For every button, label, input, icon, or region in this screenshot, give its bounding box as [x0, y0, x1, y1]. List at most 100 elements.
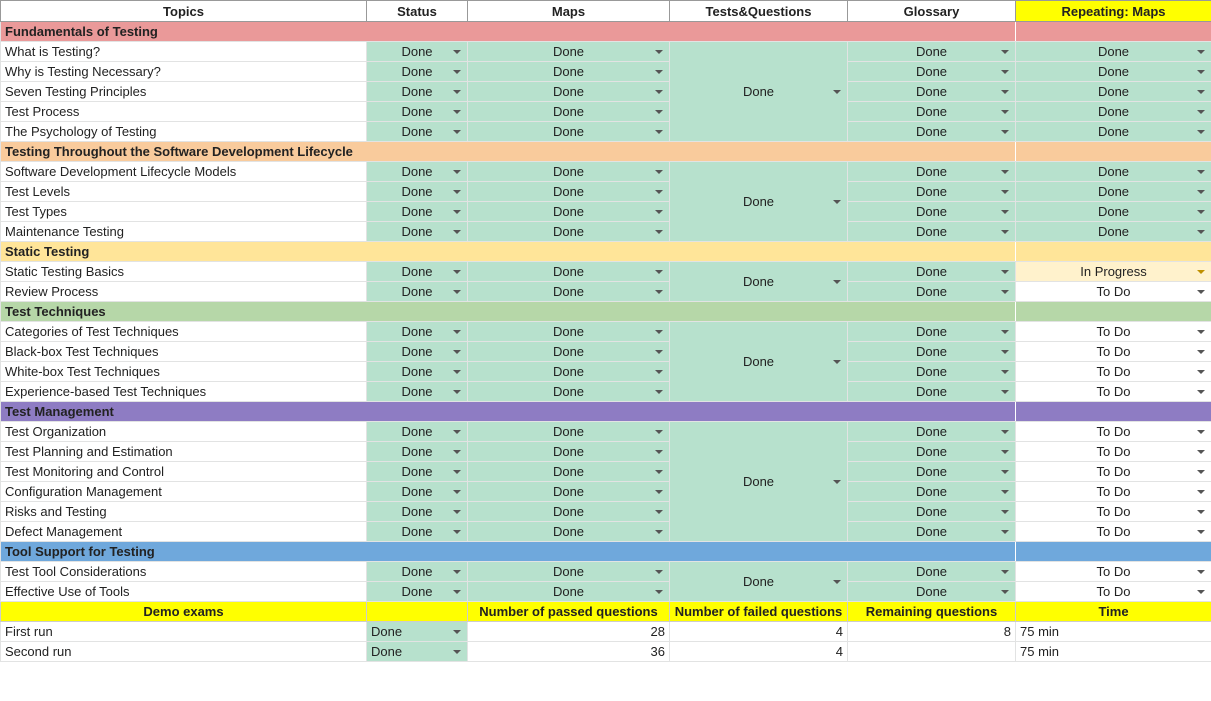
demo-status-dropdown[interactable]: Done: [366, 641, 468, 662]
dropdown-arrow-icon[interactable]: [655, 129, 663, 134]
dropdown-arrow-icon[interactable]: [1001, 209, 1009, 214]
maps-dropdown[interactable]: Done: [467, 561, 670, 582]
maps-dropdown[interactable]: Done: [467, 221, 670, 242]
status-dropdown[interactable]: Done: [366, 441, 468, 462]
topic-cell[interactable]: What is Testing?: [0, 41, 367, 62]
section-repeat-cell[interactable]: [1015, 21, 1211, 42]
glossary-dropdown[interactable]: Done: [847, 581, 1016, 602]
tests-questions-dropdown[interactable]: Done: [669, 261, 848, 302]
dropdown-arrow-icon[interactable]: [1001, 369, 1009, 374]
dropdown-arrow-icon[interactable]: [1001, 129, 1009, 134]
glossary-dropdown[interactable]: Done: [847, 441, 1016, 462]
topic-cell[interactable]: Software Development Lifecycle Models: [0, 161, 367, 182]
topic-cell[interactable]: Categories of Test Techniques: [0, 321, 367, 342]
status-dropdown[interactable]: Done: [366, 321, 468, 342]
repeat-maps-dropdown[interactable]: To Do: [1015, 281, 1211, 302]
dropdown-arrow-icon[interactable]: [1197, 69, 1205, 74]
maps-dropdown[interactable]: Done: [467, 501, 670, 522]
maps-dropdown[interactable]: Done: [467, 421, 670, 442]
failed-questions-header[interactable]: Number of failed questions: [669, 601, 848, 622]
dropdown-arrow-icon[interactable]: [1197, 129, 1205, 134]
dropdown-arrow-icon[interactable]: [655, 469, 663, 474]
dropdown-arrow-icon[interactable]: [1001, 449, 1009, 454]
demo-exams-header[interactable]: Demo exams: [0, 601, 367, 622]
dropdown-arrow-icon[interactable]: [1197, 429, 1205, 434]
dropdown-arrow-icon[interactable]: [655, 189, 663, 194]
repeat-maps-dropdown[interactable]: Done: [1015, 81, 1211, 102]
glossary-dropdown[interactable]: Done: [847, 181, 1016, 202]
dropdown-arrow-icon[interactable]: [453, 649, 461, 654]
dropdown-arrow-icon[interactable]: [1197, 349, 1205, 354]
topic-cell[interactable]: Risks and Testing: [0, 501, 367, 522]
glossary-dropdown[interactable]: Done: [847, 161, 1016, 182]
glossary-dropdown[interactable]: Done: [847, 521, 1016, 542]
dropdown-arrow-icon[interactable]: [453, 229, 461, 234]
section-title[interactable]: Fundamentals of Testing: [0, 21, 1016, 42]
dropdown-arrow-icon[interactable]: [655, 489, 663, 494]
repeat-maps-dropdown[interactable]: Done: [1015, 121, 1211, 142]
topic-cell[interactable]: Configuration Management: [0, 481, 367, 502]
glossary-dropdown[interactable]: Done: [847, 381, 1016, 402]
status-dropdown[interactable]: Done: [366, 41, 468, 62]
passed-count[interactable]: 36: [467, 641, 670, 662]
dropdown-arrow-icon[interactable]: [655, 69, 663, 74]
dropdown-arrow-icon[interactable]: [453, 49, 461, 54]
dropdown-arrow-icon[interactable]: [1001, 429, 1009, 434]
dropdown-arrow-icon[interactable]: [655, 349, 663, 354]
status-dropdown[interactable]: Done: [366, 581, 468, 602]
topic-cell[interactable]: Seven Testing Principles: [0, 81, 367, 102]
glossary-dropdown[interactable]: Done: [847, 281, 1016, 302]
topic-cell[interactable]: Test Levels: [0, 181, 367, 202]
remaining-questions-header[interactable]: Remaining questions: [847, 601, 1016, 622]
maps-dropdown[interactable]: Done: [467, 281, 670, 302]
dropdown-arrow-icon[interactable]: [1197, 269, 1205, 274]
dropdown-arrow-icon[interactable]: [1197, 89, 1205, 94]
dropdown-arrow-icon[interactable]: [1001, 589, 1009, 594]
topic-cell[interactable]: Black-box Test Techniques: [0, 341, 367, 362]
status-dropdown[interactable]: Done: [366, 501, 468, 522]
dropdown-arrow-icon[interactable]: [453, 349, 461, 354]
section-title[interactable]: Static Testing: [0, 241, 1016, 262]
maps-dropdown[interactable]: Done: [467, 481, 670, 502]
glossary-dropdown[interactable]: Done: [847, 121, 1016, 142]
maps-dropdown[interactable]: Done: [467, 101, 670, 122]
maps-dropdown[interactable]: Done: [467, 361, 670, 382]
dropdown-arrow-icon[interactable]: [453, 449, 461, 454]
status-dropdown[interactable]: Done: [366, 381, 468, 402]
dropdown-arrow-icon[interactable]: [1197, 569, 1205, 574]
topic-cell[interactable]: Test Process: [0, 101, 367, 122]
dropdown-arrow-icon[interactable]: [833, 579, 841, 584]
repeat-maps-dropdown[interactable]: To Do: [1015, 321, 1211, 342]
repeat-maps-dropdown[interactable]: To Do: [1015, 581, 1211, 602]
dropdown-arrow-icon[interactable]: [453, 289, 461, 294]
glossary-dropdown[interactable]: Done: [847, 481, 1016, 502]
dropdown-arrow-icon[interactable]: [1001, 289, 1009, 294]
dropdown-arrow-icon[interactable]: [1197, 49, 1205, 54]
dropdown-arrow-icon[interactable]: [453, 589, 461, 594]
dropdown-arrow-icon[interactable]: [1197, 449, 1205, 454]
glossary-dropdown[interactable]: Done: [847, 201, 1016, 222]
dropdown-arrow-icon[interactable]: [453, 109, 461, 114]
dropdown-arrow-icon[interactable]: [655, 49, 663, 54]
dropdown-arrow-icon[interactable]: [1197, 229, 1205, 234]
dropdown-arrow-icon[interactable]: [453, 509, 461, 514]
status-dropdown[interactable]: Done: [366, 81, 468, 102]
dropdown-arrow-icon[interactable]: [1001, 89, 1009, 94]
repeat-maps-dropdown[interactable]: To Do: [1015, 361, 1211, 382]
dropdown-arrow-icon[interactable]: [1197, 109, 1205, 114]
dropdown-arrow-icon[interactable]: [1001, 389, 1009, 394]
status-dropdown[interactable]: Done: [366, 201, 468, 222]
dropdown-arrow-icon[interactable]: [453, 89, 461, 94]
failed-count[interactable]: 4: [669, 641, 848, 662]
dropdown-arrow-icon[interactable]: [1001, 169, 1009, 174]
dropdown-arrow-icon[interactable]: [1197, 189, 1205, 194]
dropdown-arrow-icon[interactable]: [655, 89, 663, 94]
glossary-dropdown[interactable]: Done: [847, 101, 1016, 122]
topic-cell[interactable]: Test Monitoring and Control: [0, 461, 367, 482]
dropdown-arrow-icon[interactable]: [1001, 529, 1009, 534]
dropdown-arrow-icon[interactable]: [1001, 349, 1009, 354]
dropdown-arrow-icon[interactable]: [1001, 329, 1009, 334]
dropdown-arrow-icon[interactable]: [1197, 209, 1205, 214]
repeat-maps-dropdown[interactable]: To Do: [1015, 481, 1211, 502]
status-dropdown[interactable]: Done: [366, 181, 468, 202]
